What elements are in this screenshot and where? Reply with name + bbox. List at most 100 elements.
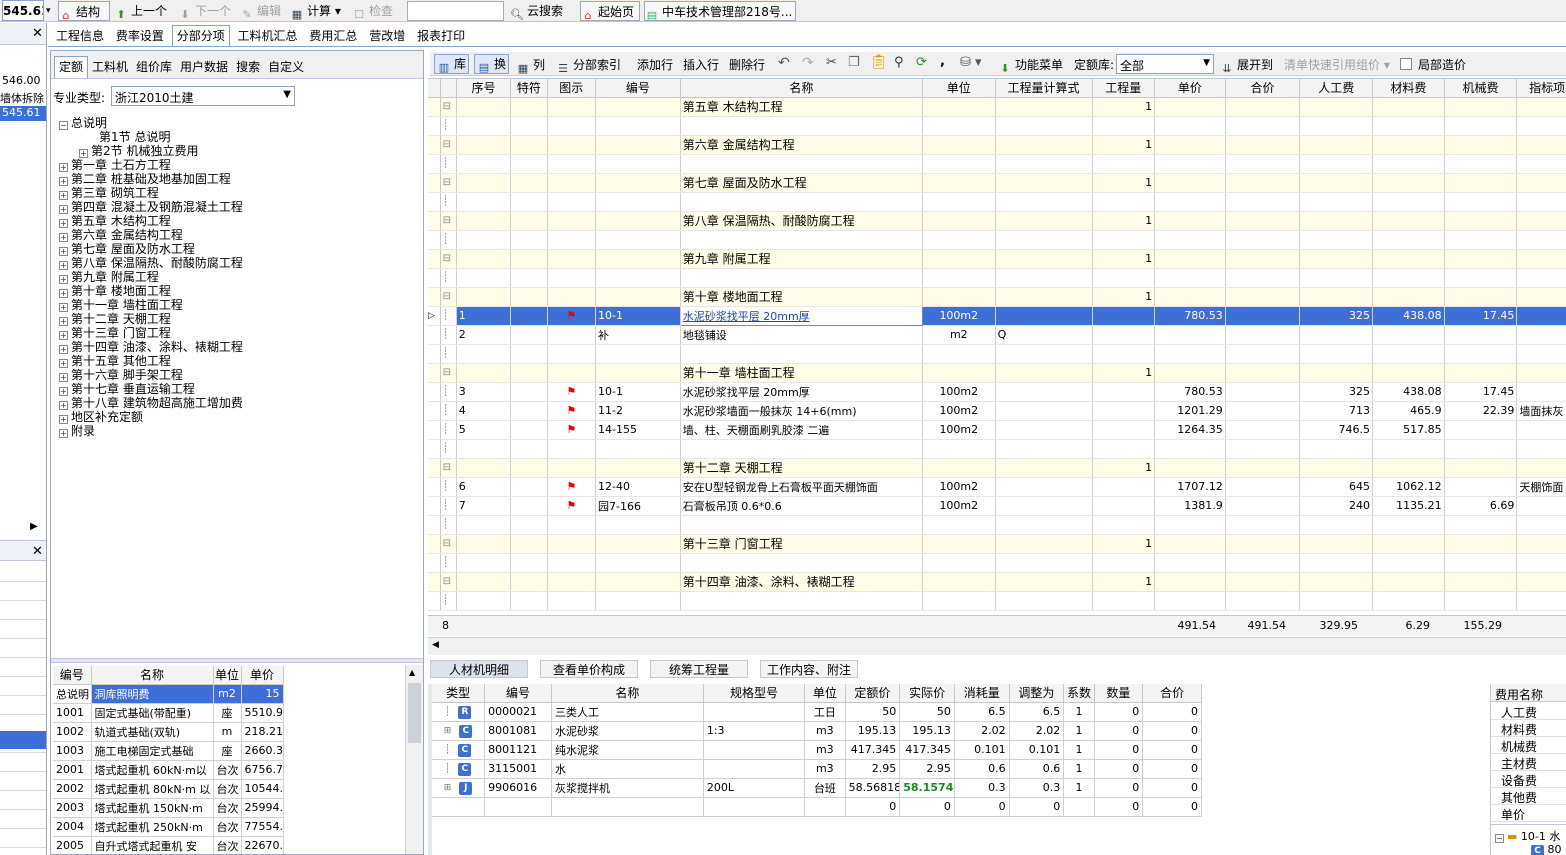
- index-cell[interactable]: [1516, 363, 1566, 383]
- code-cell[interactable]: [595, 192, 681, 212]
- scroll-left-icon[interactable]: ◀: [432, 640, 439, 650]
- quota-lib-select[interactable]: 全部 ▼: [1116, 54, 1214, 74]
- formula-cell[interactable]: [995, 116, 1093, 136]
- name-cell[interactable]: 第五章 木结构工程: [680, 97, 923, 117]
- insert-row-button[interactable]: 插入行: [683, 56, 719, 73]
- qty-cell[interactable]: [1092, 230, 1156, 250]
- detail-cell[interactable]: 0.6: [954, 759, 1010, 779]
- collapse-icon[interactable]: −: [59, 121, 68, 130]
- redo-icon[interactable]: ↷: [802, 55, 814, 71]
- seq-cell[interactable]: [456, 230, 512, 250]
- material-cell[interactable]: [1372, 154, 1445, 174]
- calc-button[interactable]: ▦ 计算 ▾: [290, 1, 346, 21]
- flag-cell[interactable]: [547, 287, 597, 307]
- material-cell[interactable]: [1372, 173, 1445, 193]
- flag-cell[interactable]: [547, 268, 597, 288]
- flag-cell[interactable]: [547, 192, 597, 212]
- total-cell[interactable]: [1225, 306, 1301, 326]
- cloud-search-button[interactable]: 🔍︎ 云搜索: [510, 1, 572, 21]
- row-indicator[interactable]: [428, 401, 441, 421]
- labor-cell[interactable]: [1299, 287, 1374, 307]
- detail-cell[interactable]: 195.13: [899, 721, 955, 741]
- item-row[interactable]: ┊ 2 补地毯铺设 m2 Q: [428, 325, 1566, 345]
- total-cell[interactable]: [1225, 230, 1301, 250]
- row-indicator[interactable]: [428, 230, 441, 250]
- collapse-icon[interactable]: −: [1495, 834, 1504, 843]
- chapter-row[interactable]: ⊟ 第十章 楼地面工程 1: [428, 287, 1566, 307]
- flag-cell[interactable]: [547, 553, 597, 573]
- name-cell[interactable]: 第十四章 油漆、涂料、裱糊工程: [680, 572, 923, 592]
- expand-icon[interactable]: +: [59, 373, 68, 382]
- total-cell[interactable]: [1225, 458, 1301, 478]
- chapter-row[interactable]: ⊟ 第七章 屋面及防水工程 1: [428, 173, 1566, 193]
- unit-cell[interactable]: [922, 344, 996, 364]
- labor-cell[interactable]: [1299, 591, 1374, 611]
- tree-cell[interactable]: ┊: [440, 230, 457, 250]
- material-cell[interactable]: 438.08: [1372, 306, 1445, 326]
- row-indicator[interactable]: [428, 458, 441, 478]
- index-cell[interactable]: [1516, 382, 1566, 402]
- row-indicator[interactable]: [428, 534, 441, 554]
- detail-cell[interactable]: [703, 702, 806, 722]
- unit-cell[interactable]: [922, 515, 996, 535]
- code-cell[interactable]: [595, 439, 681, 459]
- column-header[interactable]: 数量: [1094, 684, 1144, 703]
- flag-cell[interactable]: ⚑: [547, 477, 597, 497]
- unit-cell[interactable]: 100m2: [922, 382, 996, 402]
- paste-icon[interactable]: 📋︎: [870, 54, 888, 70]
- tree-node[interactable]: + 附录: [59, 424, 95, 438]
- material-cell[interactable]: [1372, 458, 1445, 478]
- column-header[interactable]: 调整为: [1009, 684, 1065, 703]
- column-header[interactable]: 单位: [922, 79, 996, 98]
- refresh-icon[interactable]: ⟳: [916, 55, 927, 70]
- seq-cell[interactable]: 2: [456, 325, 512, 345]
- expand-icon[interactable]: +: [59, 289, 68, 298]
- copy-icon[interactable]: ❐: [848, 55, 860, 70]
- detail-cell[interactable]: 0.6: [1009, 759, 1065, 779]
- machine-cell[interactable]: [1444, 249, 1518, 269]
- search-input[interactable]: [407, 1, 504, 21]
- price-cell[interactable]: [1154, 534, 1226, 554]
- labor-cell[interactable]: [1299, 135, 1374, 155]
- qty-cell[interactable]: [1092, 344, 1156, 364]
- detail-cell[interactable]: 3115001: [484, 759, 552, 779]
- qty-cell[interactable]: [1092, 154, 1156, 174]
- total-cell[interactable]: [1225, 515, 1301, 535]
- material-cell[interactable]: [1372, 553, 1445, 573]
- empty-row[interactable]: ┊: [428, 439, 1566, 459]
- expand-icon[interactable]: ┊: [445, 707, 450, 717]
- code-cell[interactable]: 14-155: [595, 420, 681, 440]
- material-cell[interactable]: [1372, 439, 1445, 459]
- seq-cell[interactable]: [456, 268, 512, 288]
- empty-row[interactable]: ┊: [428, 553, 1566, 573]
- splitter[interactable]: [51, 658, 423, 663]
- index-cell[interactable]: [1516, 306, 1566, 326]
- price-cell[interactable]: [1154, 173, 1226, 193]
- empty-row[interactable]: ┊: [428, 116, 1566, 136]
- tree-node[interactable]: + 第十四章 油漆、涂料、裱糊工程: [59, 340, 243, 354]
- unit-cell[interactable]: [922, 553, 996, 573]
- code-cell[interactable]: 12-40: [595, 477, 681, 497]
- labor-cell[interactable]: [1299, 458, 1374, 478]
- chapter-row[interactable]: ⊟ 第八章 保温隔热、耐酸防腐工程 1: [428, 211, 1566, 231]
- index-cell[interactable]: 墙面抹灰: [1516, 401, 1566, 421]
- unit-cell[interactable]: [922, 268, 996, 288]
- detail-row[interactable]: ⊞J9906016灰浆搅拌机200L台班58.5681858.157420.30…: [432, 778, 1202, 798]
- name-cell[interactable]: [680, 439, 923, 459]
- special-cell[interactable]: [510, 572, 548, 592]
- seq-cell[interactable]: [456, 363, 512, 383]
- price-cell[interactable]: [1154, 192, 1226, 212]
- price-cell[interactable]: 780.53: [1154, 306, 1226, 326]
- index-cell[interactable]: [1516, 458, 1566, 478]
- qty-cell[interactable]: [1092, 553, 1156, 573]
- tree-node[interactable]: + 第二章 桩基础及地基加固工程: [59, 172, 231, 186]
- formula-cell[interactable]: [995, 363, 1093, 383]
- flag-cell[interactable]: ⚑: [547, 496, 597, 516]
- chapter-row[interactable]: ⊟ 第六章 金属结构工程 1: [428, 135, 1566, 155]
- formula-cell[interactable]: Q: [995, 325, 1093, 345]
- row-indicator[interactable]: [428, 420, 441, 440]
- column-header[interactable]: 实际价: [899, 684, 955, 703]
- unit-cell[interactable]: [922, 572, 996, 592]
- detail-row[interactable]: ┊ C 3115001 水 m3 2.95 2.95 0.6 0.6 1 0 0: [432, 759, 1202, 779]
- seq-cell[interactable]: [456, 515, 512, 535]
